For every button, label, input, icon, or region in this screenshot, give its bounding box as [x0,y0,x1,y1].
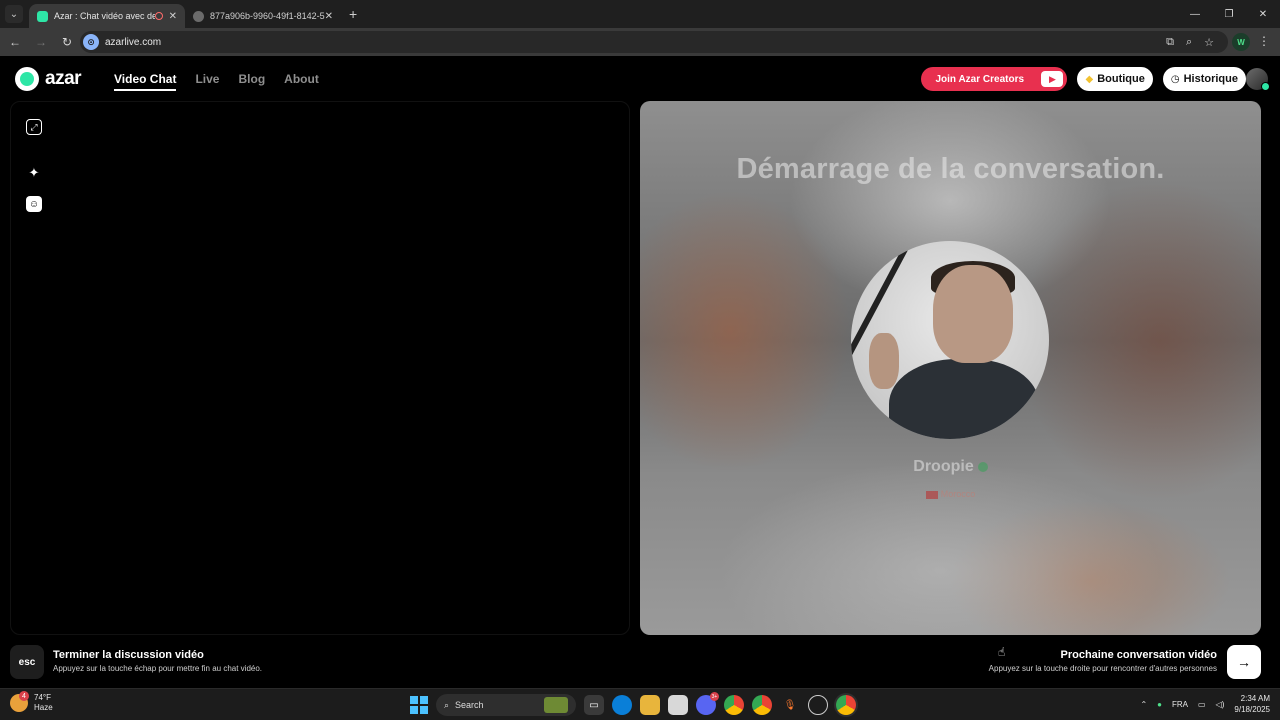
url-text: azarlive.com [105,36,162,48]
main-nav: Video Chat Live Blog About [114,72,319,91]
peer-name-text: Droopie [913,458,974,475]
gem-icon: ◆ [1085,73,1094,85]
next-chat-title: Prochaine conversation vidéo [1060,649,1218,661]
tab-azar[interactable]: Azar : Chat vidéo avec de n ✕ [29,4,185,28]
effects-sparkle-icon[interactable]: ✦ [26,165,42,181]
close-window-icon[interactable]: ✕ [1246,0,1280,28]
azar-favicon [37,10,48,22]
tab-second[interactable]: 877a906b-9960-49f1-8142-5bd ✕ [185,4,341,28]
weather-desc: Haze [34,703,53,712]
flag-icon [925,490,938,499]
bookmark-star-icon[interactable]: ☆ [1204,36,1214,49]
recording-icon [154,12,163,20]
language-indicator[interactable]: FRA [1172,700,1188,709]
chrome-icon[interactable] [724,695,744,715]
minimize-icon[interactable]: — [1178,0,1212,28]
face-filter-icon[interactable]: ☺ [26,196,42,212]
window-controls: — ❐ ✕ [1178,0,1280,28]
reload-icon[interactable]: ↻ [56,35,78,49]
connection-status-title: Démarrage de la conversation. [736,153,1165,185]
azar-logo-icon [15,67,39,91]
online-status-dot [1261,82,1270,91]
file-explorer-icon[interactable] [640,695,660,715]
next-chat-arrow-button[interactable]: → [1227,645,1261,679]
globe-icon [193,10,204,22]
browser-menu-icon[interactable]: ⋮ [1258,34,1270,48]
clock-icon: ◷ [1170,73,1180,85]
address-bar[interactable]: ⊙ azarlive.com ⧉ ⌕ ☆ [80,31,1228,53]
peer-profile-photo [851,241,1049,439]
microphone-icon[interactable]: ● [1157,700,1162,709]
microphone-app-icon[interactable]: 🎙 [780,695,800,715]
browser-tabbar: ⌄ Azar : Chat vidéo avec de n ✕ 877a906b… [0,0,1280,28]
end-chat-subtitle: Appuyez sur la touche échap pour mettre … [53,664,263,673]
nav-video-chat[interactable]: Video Chat [114,72,177,91]
weather-badge: 4 [19,691,29,701]
restore-icon[interactable]: ❐ [1212,0,1246,28]
install-app-icon[interactable]: ⧉ [1166,36,1174,49]
historique-button[interactable]: ◷ Historique [1162,67,1246,91]
historique-label: Historique [1183,73,1238,85]
task-view-icon[interactable]: ▭ [584,695,604,715]
close-tab-icon[interactable]: ✕ [169,11,177,22]
user-avatar[interactable] [1246,68,1270,91]
discord-badge: 3+ [710,692,719,701]
chrome-profile-icon[interactable] [752,695,772,715]
browser-profile-avatar[interactable]: W [1232,33,1250,51]
search-highlight-image [544,697,568,713]
back-icon[interactable]: ← [4,35,26,49]
site-header: azar Video Chat Live Blog About Join Aza… [0,56,1280,100]
nav-live[interactable]: Live [195,72,219,91]
nav-blog[interactable]: Blog [238,72,265,91]
edge-icon[interactable] [612,695,632,715]
speaker-icon[interactable]: ◁) [1216,700,1225,709]
forward-icon[interactable]: → [30,35,52,49]
taskbar-search[interactable]: ⌕ Search [436,694,576,716]
join-creators-button[interactable]: Join Azar Creators ▶ [921,67,1068,91]
end-chat-title: Terminer la discussion vidéo [53,649,204,661]
remote-video-panel: Démarrage de la conversation. Droopie Mo… [640,101,1261,635]
browser-toolbar: ← → ↻ ⊙ azarlive.com ⧉ ⌕ ☆ W ⋮ [0,28,1280,56]
tab-title: 877a906b-9960-49f1-8142-5bd [210,11,325,21]
end-chat-button[interactable]: esc [10,645,44,679]
weather-temp: 74°F [34,693,51,702]
clock-date: 9/18/2025 [1234,705,1270,714]
boutique-button[interactable]: ◆ Boutique [1077,67,1153,91]
system-clock[interactable]: 2:34 AM 9/18/2025 [1234,693,1270,715]
nav-about[interactable]: About [284,72,319,91]
join-creators-label: Join Azar Creators [935,73,1025,85]
logo-text: azar [45,68,82,89]
zoom-icon[interactable]: ⌕ [1186,36,1192,49]
taskbar-search-label: Search [455,700,484,710]
peer-name: Droopie [640,458,1261,476]
site-info-icon[interactable]: ⊙ [83,34,99,50]
verified-badge-icon [977,461,988,472]
azar-logo[interactable]: azar [15,67,82,91]
windows-taskbar: 4 74°F Haze ⌕ Search ▭ 3+ 🎙 ⌃ ● FRA ▭ ◁)… [0,688,1280,720]
discord-icon[interactable]: 3+ [696,692,719,715]
clock-time: 2:34 AM [1240,694,1270,703]
peer-country-text: Morocco [940,489,976,499]
display-icon[interactable]: ▭ [1198,700,1206,709]
local-video-panel: ⤢ ✦ ☺ [10,101,630,635]
weather-widget[interactable]: 4 74°F Haze [10,691,53,713]
openai-icon[interactable] [808,695,828,715]
mouse-cursor-icon: ☝ [998,645,1006,659]
peer-country: Morocco [640,489,1261,499]
weather-sun-icon: 4 [10,691,29,712]
store-icon[interactable] [668,695,688,715]
chrome-active-icon[interactable] [836,695,856,715]
search-icon: ⌕ [444,699,450,710]
play-icon: ▶ [1041,71,1064,87]
chevron-up-icon[interactable]: ⌃ [1140,700,1147,709]
next-chat-subtitle: Appuyez sur la touche droite pour rencon… [988,664,1217,673]
tab-title: Azar : Chat vidéo avec de n [54,11,155,21]
start-icon[interactable] [410,696,428,714]
new-tab-button[interactable]: + [349,6,357,22]
close-tab-icon[interactable]: ✕ [325,11,333,22]
camera-switch-icon[interactable]: ⤢ [26,119,42,135]
tab-search-button[interactable]: ⌄ [5,5,23,23]
boutique-label: Boutique [1097,73,1145,85]
